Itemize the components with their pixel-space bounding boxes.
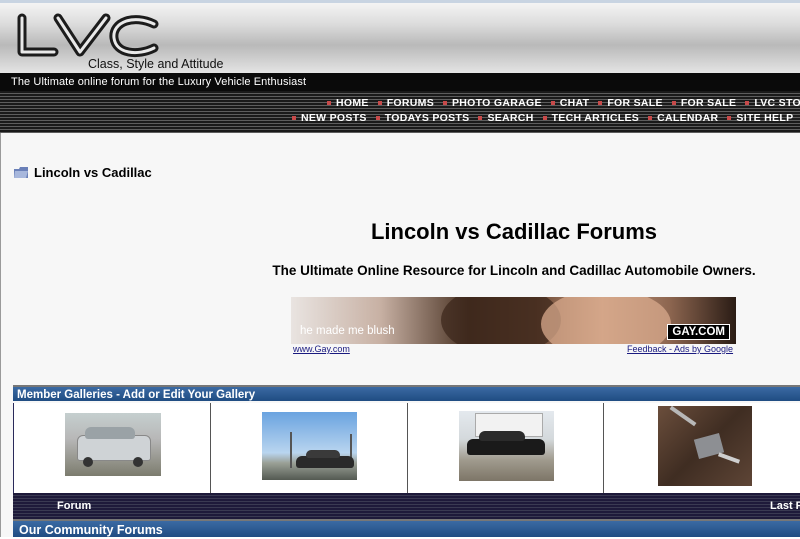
ad-caption: he made me blush bbox=[300, 325, 395, 337]
nav-item-calendar[interactable]: CALENDAR bbox=[648, 112, 718, 124]
nav-bullet-icon bbox=[443, 101, 447, 105]
nav-bullet-icon bbox=[671, 101, 676, 105]
ad-feedback-link[interactable]: Feedback - Ads by Google bbox=[627, 344, 733, 354]
ad-image-detail bbox=[541, 297, 671, 344]
nav-bullet-icon bbox=[377, 101, 382, 105]
nav-item-for-sale-2[interactable]: FOR SALE bbox=[671, 97, 736, 109]
forum-table-header: Forum Last P bbox=[13, 493, 800, 519]
site-header: Class, Style and Attitude bbox=[0, 3, 800, 73]
nav-item-chat[interactable]: CHAT bbox=[550, 97, 590, 109]
gallery-thumbnail[interactable] bbox=[65, 413, 161, 476]
advertisement-banner[interactable]: he made me blush GAY.COM bbox=[291, 297, 736, 344]
lvc-logo[interactable] bbox=[14, 12, 164, 62]
gallery-row bbox=[13, 403, 800, 493]
gallery-thumbnail[interactable] bbox=[658, 406, 753, 486]
main-navigation: HOME FORUMS PHOTO GARAGE CHAT FOR SALE F… bbox=[0, 91, 800, 133]
nav-bullet-icon bbox=[375, 116, 380, 120]
nav-bullet-icon bbox=[478, 116, 483, 120]
nav-item-home[interactable]: HOME bbox=[327, 97, 369, 109]
ad-brand: GAY.COM bbox=[667, 324, 730, 340]
nav-row-secondary: NEW POSTS TODAYS POSTS SEARCH TECH ARTIC… bbox=[292, 112, 800, 124]
community-forums-header[interactable]: Our Community Forums bbox=[13, 519, 800, 537]
nav-bullet-icon bbox=[550, 101, 555, 105]
page-subtitle: The Ultimate Online Resource for Lincoln… bbox=[272, 263, 756, 278]
nav-row-primary: HOME FORUMS PHOTO GARAGE CHAT FOR SALE F… bbox=[327, 97, 800, 109]
nav-bullet-icon bbox=[598, 101, 603, 105]
forum-column-header: Forum bbox=[57, 500, 92, 512]
content-left-border bbox=[0, 133, 1, 537]
folder-icon bbox=[14, 167, 28, 178]
nav-bullet-icon bbox=[648, 116, 653, 120]
gallery-cell bbox=[14, 403, 211, 493]
breadcrumb-label[interactable]: Lincoln vs Cadillac bbox=[34, 165, 152, 180]
nav-item-forums[interactable]: FORUMS bbox=[377, 97, 434, 109]
nav-item-photo-garage[interactable]: PHOTO GARAGE bbox=[443, 97, 542, 109]
nav-bullet-icon bbox=[542, 116, 547, 120]
gallery-cell bbox=[604, 403, 800, 493]
site-tagline: The Ultimate online forum for the Luxury… bbox=[0, 73, 800, 91]
page-title: Lincoln vs Cadillac Forums bbox=[370, 219, 658, 244]
nav-item-todays-posts[interactable]: TODAYS POSTS bbox=[375, 112, 470, 124]
nav-bullet-icon bbox=[292, 116, 296, 120]
nav-item-search[interactable]: SEARCH bbox=[478, 112, 533, 124]
member-galleries-header[interactable]: Member Galleries - Add or Edit Your Gall… bbox=[13, 385, 800, 401]
nav-bullet-icon bbox=[727, 116, 732, 120]
nav-item-new-posts[interactable]: NEW POSTS bbox=[292, 112, 367, 124]
nav-item-lvc-store[interactable]: LVC STORE bbox=[745, 97, 800, 109]
gallery-cell bbox=[407, 403, 605, 493]
gallery-thumbnail[interactable] bbox=[261, 412, 357, 480]
nav-item-for-sale-1[interactable]: FOR SALE bbox=[598, 97, 663, 109]
nav-item-tech-articles[interactable]: TECH ARTICLES bbox=[542, 112, 640, 124]
nav-item-site-help[interactable]: SITE HELP bbox=[727, 112, 793, 124]
nav-bullet-icon bbox=[745, 101, 750, 105]
gallery-thumbnail[interactable] bbox=[458, 411, 554, 481]
last-post-column-header: Last P bbox=[770, 500, 800, 512]
nav-bullet-icon bbox=[327, 101, 331, 105]
site-slogan: Class, Style and Attitude bbox=[88, 57, 224, 71]
ad-url-link[interactable]: www.Gay.com bbox=[293, 344, 350, 354]
breadcrumb: Lincoln vs Cadillac bbox=[14, 165, 152, 180]
gallery-cell bbox=[210, 403, 408, 493]
